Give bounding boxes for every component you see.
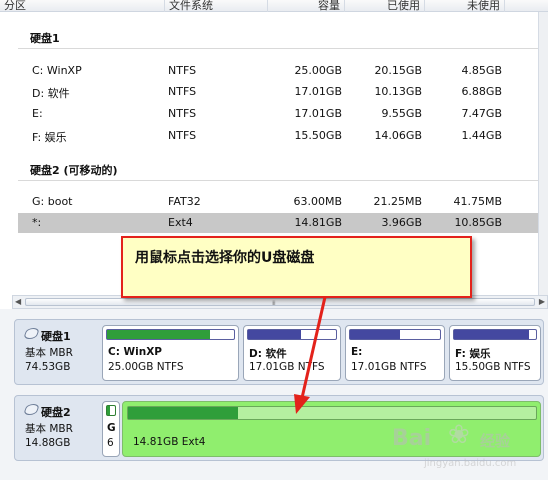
usage-bar-fill [454,330,529,339]
table-row[interactable]: D: 软件 NTFS 17.01GB 10.13GB 6.88GB 逻 [18,82,548,102]
cell-capacity: 15.50GB [294,129,342,142]
cell-used: 20.15GB [374,64,422,77]
cell-filesystem: FAT32 [168,195,201,208]
cell-used: 9.55GB [381,107,422,120]
usage-bar-fill [107,330,210,339]
cell-filesystem: NTFS [168,129,197,142]
scrollbar-thumb[interactable]: ⁞⁞⁞ [25,298,535,307]
table-row[interactable]: F: 娱乐 NTFS 15.50GB 14.06GB 1.44GB 逻 [18,126,548,146]
usage-bar [106,329,235,340]
table-row-selected[interactable]: *: Ext4 14.81GB 3.96GB 10.85GB [18,213,542,233]
table-row[interactable]: C: WinXP NTFS 25.00GB 20.15GB 4.85GB 逻 [18,61,548,81]
cell-capacity: 25.00GB [294,64,342,77]
cell-used: 21.25MB [373,195,422,208]
cell-filesystem: NTFS [168,107,197,120]
usage-bar-fill [248,330,301,339]
disk-size: 14.88GB [25,437,71,449]
cell-partition: *: [32,216,42,229]
disk-size: 74.53GB [25,361,71,373]
partition-name: F: 娱乐 [455,348,491,360]
disk-type: 基本 MBR [25,423,73,435]
cell-capacity: 14.81GB [294,216,342,229]
column-extra [505,0,548,12]
cell-used: 10.13GB [374,85,422,98]
partition-info: 17.01GB NTFS [351,361,427,373]
watermark-url: jingyan.baidu.com [424,458,517,469]
usage-bar [106,405,116,416]
partition-info: 17.01GB NTFS [249,361,325,373]
usage-bar [127,406,537,420]
disk2-label: 硬盘2 基本 MBR 14.88GB [22,404,105,449]
watermark-brand-suffix: 经验 [480,432,511,450]
scroll-right-arrow-icon[interactable]: ▶ [539,297,545,306]
partition-block[interactable]: F: 娱乐 15.50GB NTFS [449,325,541,381]
column-used[interactable]: 已使用 [345,0,425,12]
column-header: 分区 文件系统 容量 已使用 未使用 [0,0,548,12]
table-row[interactable]: G: boot FAT32 63.00MB 21.25MB 41.75MB [18,192,542,212]
column-filesystem[interactable]: 文件系统 [165,0,268,12]
partition-name: C: WinXP [108,346,163,358]
cell-partition: C: WinXP [32,64,82,77]
cell-filesystem: NTFS [168,64,197,77]
cell-free: 41.75MB [453,195,502,208]
grip-icon: ⁞⁞⁞ [272,300,276,307]
scroll-left-arrow-icon[interactable]: ◀ [15,297,21,306]
partition-name: G [107,422,116,434]
partition-info: 14.81GB Ext4 [133,436,206,448]
partition-name: E: [351,346,363,358]
vertical-scrollbar[interactable] [538,12,548,295]
cell-partition: E: [32,107,43,120]
cell-partition: D: 软件 [32,87,70,100]
partition-block[interactable]: E: 17.01GB NTFS [345,325,445,381]
cell-capacity: 63.00MB [293,195,342,208]
table-row[interactable]: E: NTFS 17.01GB 9.55GB 7.47GB 逻 [18,104,548,124]
disk-icon [22,404,41,415]
partition-name: D: 软件 [249,348,287,360]
cell-free: 1.44GB [461,129,502,142]
cell-partition: G: boot [32,195,73,208]
partition-block[interactable]: D: 软件 17.01GB NTFS [243,325,341,381]
partition-info: 6 [107,437,114,449]
disk1-panel[interactable]: 硬盘1 基本 MBR 74.53GB C: WinXP 25.00GB NTFS… [14,319,544,385]
cell-partition: F: 娱乐 [32,131,67,144]
column-free[interactable]: 未使用 [425,0,505,12]
usage-bar [349,329,441,340]
partition-info: 25.00GB NTFS [108,361,184,373]
usage-bar [453,329,537,340]
cell-used: 14.06GB [374,129,422,142]
usage-bar-fill [350,330,401,339]
disk-name: 硬盘2 [41,406,71,419]
group-disk1-label: 硬盘1 [30,32,60,45]
cell-capacity: 17.01GB [294,107,342,120]
cell-free: 6.88GB [461,85,502,98]
paw-icon: ❀ [448,420,470,450]
cell-filesystem: NTFS [168,85,197,98]
watermark: Bai ❀ 经验 jingyan.baidu.com [392,420,542,475]
column-partition[interactable]: 分区 [0,0,165,12]
usage-bar-fill [107,406,110,415]
watermark-brand: Bai [392,426,432,451]
callout-text: 用鼠标点击选择你的U盘磁盘 [135,250,315,266]
cell-free: 7.47GB [461,107,502,120]
group-disk2-label: 硬盘2 (可移动的) [30,164,118,177]
disk-type: 基本 MBR [25,347,73,359]
cell-filesystem: Ext4 [168,216,193,229]
partition-block[interactable]: C: WinXP 25.00GB NTFS [102,325,239,381]
usage-bar-fill [128,407,239,419]
disk1-label: 硬盘1 基本 MBR 74.53GB [22,328,105,373]
group-divider [18,48,542,49]
disk-icon [22,328,41,339]
partition-manager-window: 分区 文件系统 容量 已使用 未使用 硬盘1 C: WinXP NTFS 25.… [0,0,548,480]
column-capacity[interactable]: 容量 [268,0,345,12]
partition-info: 15.50GB NTFS [455,361,531,373]
cell-used: 3.96GB [381,216,422,229]
usage-bar [247,329,337,340]
disk-name: 硬盘1 [41,330,71,343]
cell-free: 4.85GB [461,64,502,77]
partition-block[interactable]: G 6 [102,401,120,457]
cell-capacity: 17.01GB [294,85,342,98]
instruction-callout: 用鼠标点击选择你的U盘磁盘 [121,236,472,298]
group-divider [18,180,542,181]
cell-free: 10.85GB [454,216,502,229]
